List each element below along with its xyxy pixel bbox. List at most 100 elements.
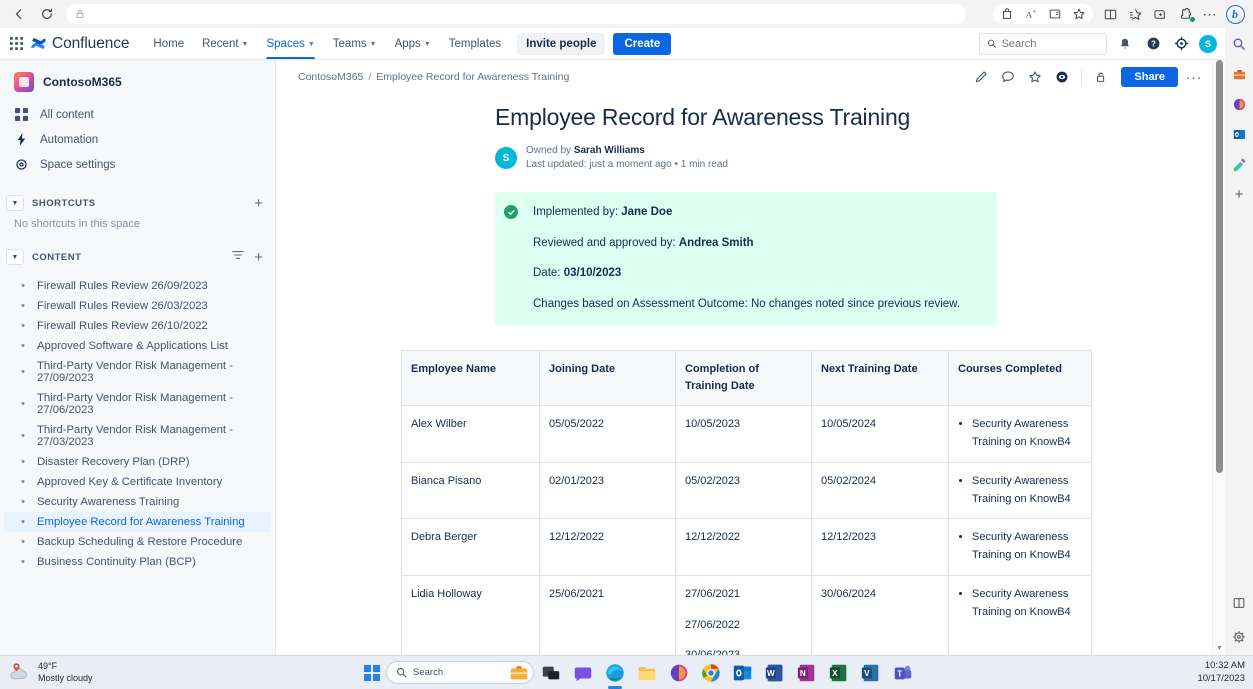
sidebar-page-item[interactable]: •Disaster Recovery Plan (DRP): [4, 452, 271, 472]
add-shortcut-icon[interactable]: +: [254, 196, 263, 211]
sidebar-page-label: Backup Scheduling & Restore Procedure: [37, 536, 242, 548]
designer-icon[interactable]: [1229, 154, 1249, 174]
sidebar-page-label: Firewall Rules Review 26/09/2023: [37, 280, 208, 292]
widgets-icon[interactable]: [572, 662, 594, 684]
search-icon[interactable]: [1229, 34, 1249, 54]
nav-item-teams[interactable]: Teams▼: [325, 28, 385, 59]
create-button[interactable]: Create: [613, 33, 671, 55]
sidebar-page-item[interactable]: •Approved Key & Certificate Inventory: [4, 472, 271, 492]
scrollbar-thumb[interactable]: [1216, 60, 1223, 473]
filter-icon[interactable]: [232, 248, 244, 266]
app-switcher-icon[interactable]: [6, 34, 26, 54]
chevron-down-icon[interactable]: ▼: [6, 249, 24, 265]
excel-icon[interactable]: X: [828, 662, 850, 684]
refresh-icon[interactable]: [34, 3, 60, 25]
sidebar-page-item[interactable]: •Approved Software & Applications List: [4, 336, 271, 356]
employee-training-table: Employee Name Joining Date Completion of…: [401, 350, 1092, 655]
extensions-icon[interactable]: [1173, 3, 1197, 25]
split-pane-icon[interactable]: [1229, 593, 1249, 613]
settings-more-icon[interactable]: ⋯: [1198, 3, 1222, 25]
shopping-bag-icon[interactable]: [995, 3, 1019, 25]
edit-pencil-icon[interactable]: [970, 66, 992, 88]
weather-cloud-icon: [8, 662, 32, 684]
settings-gear-icon[interactable]: [1171, 34, 1191, 54]
task-view-icon[interactable]: [540, 662, 562, 684]
bing-copilot-icon[interactable]: b: [1223, 3, 1247, 25]
space-header[interactable]: ContosoM365: [0, 60, 275, 102]
read-aloud-icon[interactable]: A: [1019, 3, 1043, 25]
nav-item-home[interactable]: Home: [145, 28, 192, 59]
nav-item-templates[interactable]: Templates: [441, 28, 509, 59]
share-button[interactable]: Share: [1121, 67, 1178, 87]
sidebar-page-item[interactable]: •Business Continuity Plan (BCP): [4, 552, 271, 572]
visio-icon[interactable]: V: [860, 662, 882, 684]
restrictions-lock-icon[interactable]: [1090, 66, 1112, 88]
owner-avatar[interactable]: S: [495, 147, 517, 169]
invite-people-button[interactable]: Invite people: [517, 33, 605, 55]
notifications-bell-icon[interactable]: [1115, 34, 1135, 54]
address-bar[interactable]: [66, 4, 966, 24]
nav-item-apps[interactable]: Apps▼: [387, 28, 439, 59]
owner-name[interactable]: Sarah Williams: [574, 145, 645, 156]
widgets-briefcase-icon[interactable]: [508, 662, 530, 684]
sidebar-page-item[interactable]: •Third-Party Vendor Risk Management - 27…: [4, 356, 271, 388]
svg-text:T: T: [897, 669, 902, 678]
briefcase-icon[interactable]: [1229, 64, 1249, 84]
more-actions-icon[interactable]: ···: [1183, 66, 1205, 88]
immersive-reader-icon[interactable]: [1043, 3, 1067, 25]
help-icon[interactable]: ?: [1143, 34, 1163, 54]
watch-eye-icon[interactable]: [1051, 66, 1073, 88]
outlook-icon[interactable]: [732, 662, 754, 684]
sidebar-item-space-settings[interactable]: Space settings: [0, 152, 275, 177]
sidebar-item-automation[interactable]: Automation: [0, 127, 275, 152]
sidebar-page-label: Employee Record for Awareness Training: [37, 516, 245, 528]
star-icon[interactable]: [1024, 66, 1046, 88]
taskbar-clock[interactable]: 10:32 AM 10/17/2023: [1197, 660, 1245, 685]
weather-widget[interactable]: 49°F Mostly cloudy: [0, 661, 93, 684]
sidebar-page-item[interactable]: •Security Awareness Training: [4, 492, 271, 512]
document-body: Employee Record for Awareness Training S…: [276, 104, 1225, 655]
favorite-star-icon[interactable]: [1067, 3, 1091, 25]
sidebar-item-all-content[interactable]: All content: [0, 102, 275, 127]
chrome-icon[interactable]: [700, 662, 722, 684]
add-page-icon[interactable]: +: [254, 250, 263, 265]
sidebar-page-item[interactable]: •Third-Party Vendor Risk Management - 27…: [4, 420, 271, 452]
sidebar-page-item[interactable]: •Third-Party Vendor Risk Management - 27…: [4, 388, 271, 420]
shortcuts-section-header[interactable]: ▼ SHORTCUTS +: [0, 189, 275, 217]
add-icon[interactable]: +: [1229, 184, 1249, 204]
page-scrollbar[interactable]: ▼: [1212, 60, 1225, 655]
breadcrumb-space[interactable]: ContosoM365: [298, 71, 363, 83]
chevron-down-icon[interactable]: ▼: [6, 195, 24, 211]
onenote-icon[interactable]: N: [796, 662, 818, 684]
user-avatar[interactable]: S: [1199, 35, 1217, 53]
back-arrow-icon[interactable]: [6, 3, 32, 25]
settings-gear-icon[interactable]: [1229, 627, 1249, 647]
search-input[interactable]: [1002, 38, 1099, 50]
microsoft-365-icon[interactable]: [668, 662, 690, 684]
panel-row-date: Date: 03/10/2023: [533, 266, 981, 282]
windows-start-icon[interactable]: [364, 665, 380, 681]
word-icon[interactable]: W: [764, 662, 786, 684]
sidebar-page-item[interactable]: •Firewall Rules Review 26/09/2023: [4, 276, 271, 296]
microsoft-365-icon[interactable]: [1229, 94, 1249, 114]
shortcuts-empty-text: No shortcuts in this space: [0, 217, 275, 230]
browser-essentials-icon[interactable]: [1148, 3, 1172, 25]
sidebar-page-item[interactable]: •Firewall Rules Review 26/10/2022: [4, 316, 271, 336]
edge-icon[interactable]: [604, 662, 626, 684]
teams-icon[interactable]: T: [892, 662, 914, 684]
nav-item-spaces[interactable]: Spaces▼: [258, 28, 322, 59]
split-screen-icon[interactable]: [1098, 3, 1122, 25]
sidebar-page-item-active[interactable]: •Employee Record for Awareness Training: [4, 512, 271, 532]
comment-icon[interactable]: [997, 66, 1019, 88]
content-section-header[interactable]: ▼ CONTENT +: [0, 242, 275, 272]
collections-icon[interactable]: [1123, 3, 1147, 25]
sidebar-page-item[interactable]: •Backup Scheduling & Restore Procedure: [4, 532, 271, 552]
confluence-logo[interactable]: Confluence: [30, 35, 129, 53]
sidebar-page-item[interactable]: •Firewall Rules Review 26/03/2023: [4, 296, 271, 316]
outlook-icon[interactable]: [1229, 124, 1249, 144]
file-explorer-icon[interactable]: [636, 662, 658, 684]
breadcrumb-page[interactable]: Employee Record for Awareness Training: [376, 71, 569, 83]
content-actions: +: [232, 248, 263, 266]
nav-item-recent[interactable]: Recent▼: [194, 28, 256, 59]
global-search[interactable]: [979, 33, 1107, 55]
